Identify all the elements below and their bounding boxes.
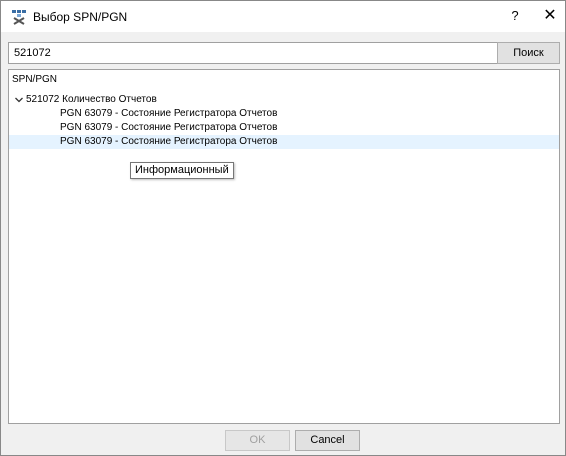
window-title: Выбор SPN/PGN <box>33 10 128 24</box>
cancel-button[interactable]: Cancel <box>295 430 360 451</box>
search-input[interactable]: 521072 <box>8 42 498 64</box>
tree-child-item[interactable]: PGN 63079 - Состояние Регистратора Отчет… <box>9 107 559 121</box>
ok-button[interactable]: OK <box>225 430 290 451</box>
tooltip: Информационный <box>130 162 234 179</box>
tree-child-item-selected[interactable]: PGN 63079 - Состояние Регистратора Отчет… <box>9 135 559 149</box>
tree-child-label: PGN 63079 - Состояние Регистратора Отчет… <box>60 136 278 147</box>
tree-child-label: PGN 63079 - Состояние Регистратора Отчет… <box>60 108 278 119</box>
search-button[interactable]: Поиск <box>497 42 560 64</box>
tree-root-item[interactable]: 521072 Количество Отчетов <box>9 93 559 107</box>
tree-child-item[interactable]: PGN 63079 - Состояние Регистратора Отчет… <box>9 121 559 135</box>
help-button[interactable]: ? <box>504 5 526 27</box>
title-bar[interactable]: Выбор SPN/PGN ? ✕ <box>1 1 565 32</box>
tree-root-label: 521072 Количество Отчетов <box>26 94 157 105</box>
dialog-window: Выбор SPN/PGN ? ✕ 521072 Поиск SPN/PGN 5… <box>0 0 566 456</box>
tree-header: SPN/PGN <box>12 74 58 85</box>
chevron-down-icon[interactable] <box>14 93 24 107</box>
tree-child-label: PGN 63079 - Состояние Регистратора Отчет… <box>60 122 278 133</box>
spn-pgn-tree[interactable]: SPN/PGN 521072 Количество Отчетов PGN 63… <box>8 69 560 424</box>
close-button[interactable]: ✕ <box>539 5 561 27</box>
network-tools-icon <box>11 9 27 25</box>
